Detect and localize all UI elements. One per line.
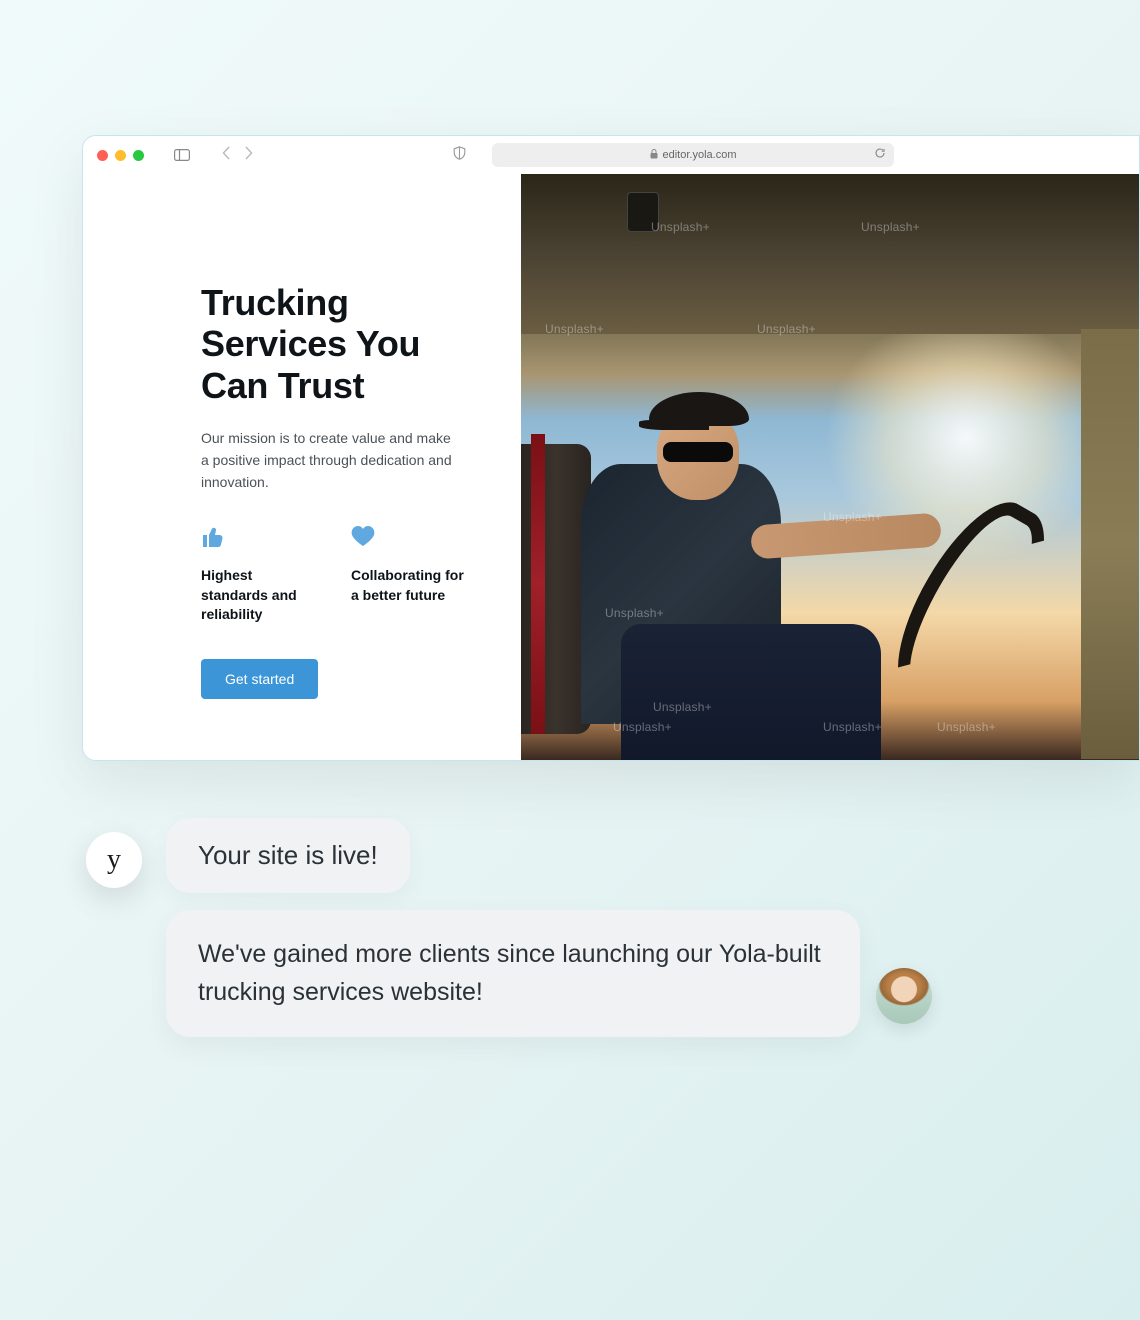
features-row: Highest standards and reliability Collab… bbox=[201, 525, 473, 625]
yola-logo-glyph: y bbox=[107, 844, 121, 876]
chat-message: We've gained more clients since launchin… bbox=[198, 936, 828, 1011]
lock-icon bbox=[650, 149, 658, 162]
chat-message: Your site is live! bbox=[198, 840, 378, 871]
forward-icon[interactable] bbox=[244, 146, 253, 165]
address-bar[interactable]: editor.yola.com bbox=[492, 143, 894, 167]
page-content: Trucking Services You Can Trust Our miss… bbox=[83, 174, 1139, 760]
reload-icon[interactable] bbox=[874, 146, 886, 164]
browser-window: editor.yola.com Trucking Services You Ca… bbox=[82, 135, 1140, 761]
nav-arrows bbox=[222, 146, 253, 165]
sidebar-toggle-icon[interactable] bbox=[174, 149, 190, 161]
hero-image: Unsplash+ Unsplash+ Unsplash+ Unsplash+ … bbox=[521, 174, 1139, 760]
watermark: Unsplash+ bbox=[937, 720, 996, 734]
truck-driver-photo: Unsplash+ Unsplash+ Unsplash+ Unsplash+ … bbox=[521, 174, 1139, 760]
heart-icon bbox=[351, 525, 471, 552]
minimize-dot-icon[interactable] bbox=[115, 150, 126, 161]
hero-section: Trucking Services You Can Trust Our miss… bbox=[83, 174, 521, 760]
hero-title: Trucking Services You Can Trust bbox=[201, 282, 473, 406]
chat-bubble-user: We've gained more clients since launchin… bbox=[166, 910, 860, 1037]
feature-label: Highest standards and reliability bbox=[201, 566, 321, 625]
avatar-image bbox=[876, 968, 932, 1024]
browser-chrome: editor.yola.com bbox=[83, 136, 1139, 174]
yola-badge: y bbox=[86, 832, 142, 888]
hero-subtitle: Our mission is to create value and make … bbox=[201, 428, 461, 493]
traffic-lights bbox=[97, 150, 144, 161]
back-icon[interactable] bbox=[222, 146, 231, 165]
user-avatar bbox=[876, 968, 932, 1024]
feature-label: Collaborating for a better future bbox=[351, 566, 471, 605]
thumbs-up-icon bbox=[201, 525, 321, 552]
url-text: editor.yola.com bbox=[663, 149, 737, 161]
feature-item: Collaborating for a better future bbox=[351, 525, 471, 625]
get-started-button[interactable]: Get started bbox=[201, 659, 318, 699]
privacy-shield-icon[interactable] bbox=[453, 146, 466, 165]
fullscreen-dot-icon[interactable] bbox=[133, 150, 144, 161]
close-dot-icon[interactable] bbox=[97, 150, 108, 161]
chat-bubble-system: Your site is live! bbox=[166, 818, 410, 893]
feature-item: Highest standards and reliability bbox=[201, 525, 321, 625]
